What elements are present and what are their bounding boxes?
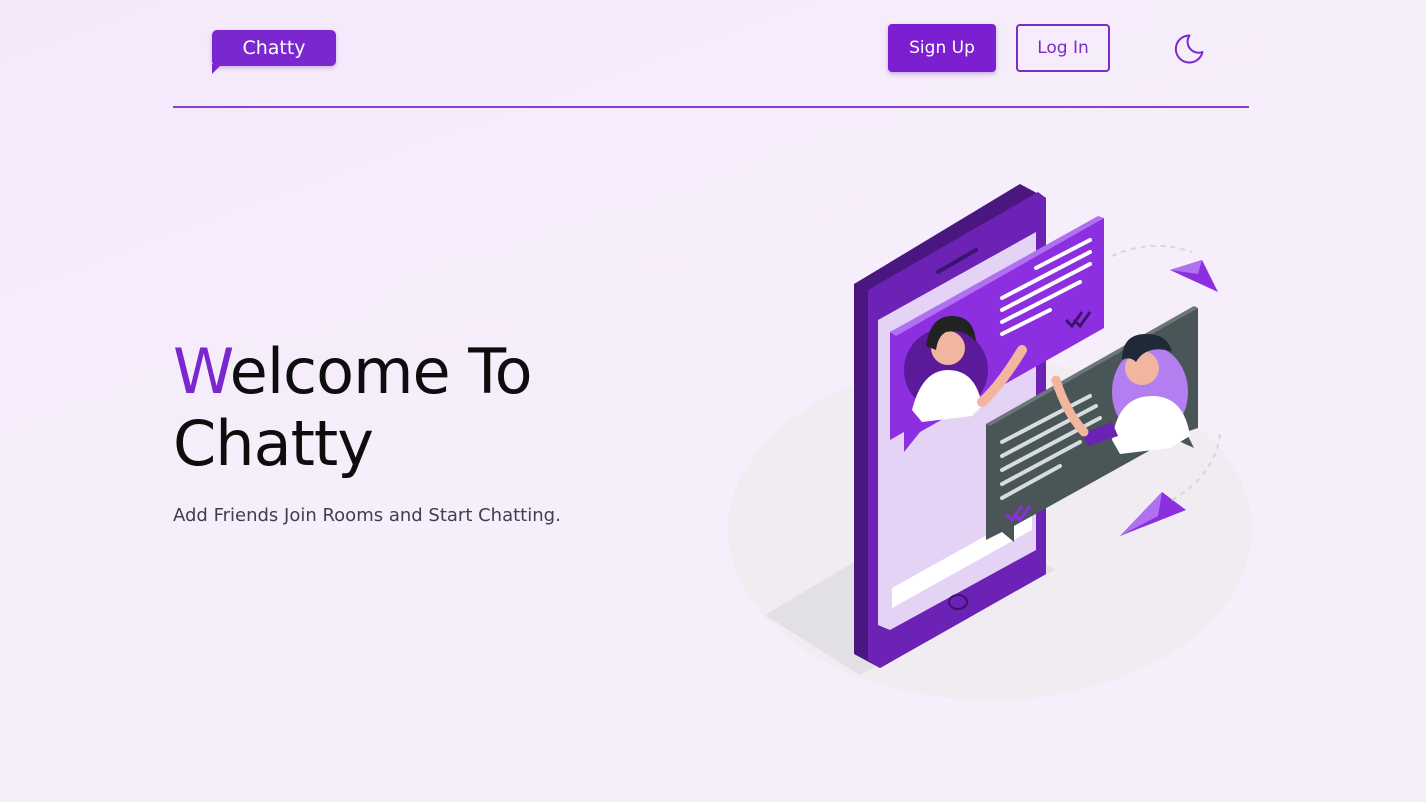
moon-icon[interactable] — [1171, 31, 1207, 67]
hero-subtitle: Add Friends Join Rooms and Start Chattin… — [173, 505, 561, 526]
hero-title: Welcome To Chatty — [173, 336, 693, 480]
log-in-button[interactable]: Log In — [1016, 24, 1110, 72]
top-header: Chatty Sign Up Log In — [173, 0, 1249, 108]
hero-title-line1: elcome To — [229, 335, 533, 408]
chatty-logo[interactable]: Chatty — [212, 30, 336, 74]
hero-title-accent-letter: W — [173, 335, 231, 408]
logo-text: Chatty — [242, 37, 306, 59]
hero-title-line2: Chatty — [173, 407, 374, 480]
phone-chat-illustration — [728, 184, 1252, 700]
dashed-arc-top — [1111, 244, 1193, 257]
logo-bubble-tail — [212, 64, 222, 74]
sign-up-button[interactable]: Sign Up — [888, 24, 996, 72]
